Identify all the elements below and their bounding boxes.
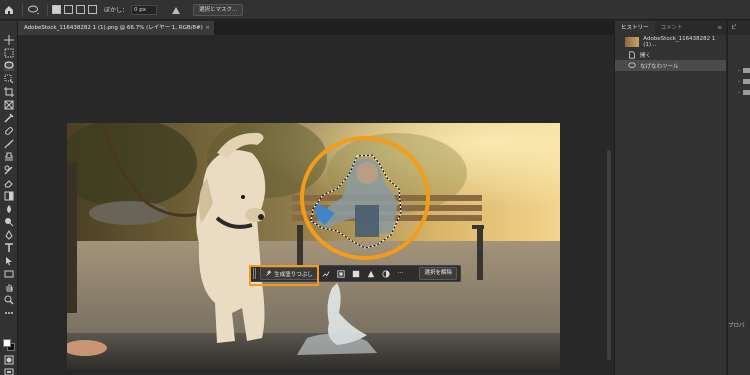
snapshot-name: AdobeStock_116438282 1 (1)...: [643, 36, 716, 48]
lasso-tool-icon[interactable]: [4, 61, 14, 71]
lasso-tool-preset-icon[interactable]: [27, 4, 43, 16]
feather-label: ぼかし：: [104, 7, 129, 14]
chevron-right-icon[interactable]: ›: [738, 90, 740, 96]
brush-tool-icon[interactable]: [4, 139, 14, 149]
layers-panel-collapsed: ピ › › › プロパ: [727, 21, 750, 375]
document-icon: [628, 50, 636, 59]
subtract-from-selection-icon[interactable]: [76, 5, 85, 14]
panel-menu-icon[interactable]: ≡: [717, 21, 726, 35]
generative-fill-icon: [266, 270, 272, 276]
photoshop-window: ぼかし： 0 px 選択とマスク... AdobeStock_116438282…: [0, 0, 750, 375]
document-tab-bar: AdobeStock_116438282 1 (1).png @ 66.7% (…: [18, 21, 614, 35]
healing-brush-tool-icon[interactable]: [4, 126, 14, 136]
pen-tool-icon[interactable]: [4, 230, 14, 240]
zoom-tool-icon[interactable]: [4, 295, 14, 305]
folder-icon: [743, 79, 750, 84]
path-selection-tool-icon[interactable]: [4, 256, 14, 266]
properties-tab-label[interactable]: プロパ: [728, 321, 750, 329]
generative-fill-button[interactable]: 生成塗りつぶし: [260, 267, 318, 280]
lasso-icon: [628, 61, 636, 70]
history-snapshot[interactable]: AdobeStock_116438282 1 (1)...: [615, 35, 726, 49]
eraser-tool-icon[interactable]: [4, 178, 14, 188]
type-tool-icon[interactable]: [4, 243, 14, 253]
blur-tool-icon[interactable]: [4, 204, 14, 214]
document-tab-title: AdobeStock_116438282 1 (1).png @ 66.7% (…: [24, 25, 203, 31]
more-tools-icon[interactable]: [4, 308, 14, 318]
gradient-tool-icon[interactable]: [4, 191, 14, 201]
layer-group-row[interactable]: ›: [728, 76, 750, 87]
history-panel: ヒストリー コメント ≡ AdobeStock_116438282 1 (1).…: [614, 21, 726, 375]
divider: [47, 3, 48, 16]
document-tab[interactable]: AdobeStock_116438282 1 (1).png @ 66.7% (…: [18, 21, 214, 35]
object-selection-tool-icon[interactable]: [4, 74, 14, 84]
divider: [22, 3, 23, 16]
modify-selection-icon[interactable]: [333, 267, 348, 280]
vertical-scrollbar[interactable]: [607, 150, 611, 360]
crop-tool-icon[interactable]: [4, 87, 14, 97]
select-subject-icon[interactable]: [318, 267, 333, 280]
anti-alias-icon[interactable]: [171, 5, 181, 15]
history-panel-tabs: ヒストリー コメント ≡: [615, 21, 726, 35]
tab-history[interactable]: ヒストリー: [615, 21, 655, 35]
folder-icon: [743, 68, 750, 73]
toolbar: [0, 21, 18, 375]
feather-control: ぼかし： 0 px: [104, 4, 158, 15]
chevron-right-icon[interactable]: ›: [738, 68, 740, 74]
intersect-selection-icon[interactable]: [88, 5, 97, 14]
eyedropper-tool-icon[interactable]: [4, 113, 14, 123]
chevron-right-icon[interactable]: ›: [738, 79, 740, 85]
marquee-tool-icon[interactable]: [4, 48, 14, 58]
folder-icon: [743, 90, 750, 95]
move-tool-icon[interactable]: [4, 35, 14, 45]
hand-tool-icon[interactable]: [4, 282, 14, 292]
history-step-selected[interactable]: なげなわツール: [615, 60, 726, 71]
drag-handle[interactable]: [253, 268, 257, 279]
home-icon[interactable]: [0, 0, 18, 20]
add-to-selection-icon[interactable]: [64, 5, 73, 14]
generative-fill-label: 生成塗りつぶし: [274, 271, 313, 278]
quick-mask-icon[interactable]: [4, 355, 14, 365]
select-and-mask-button[interactable]: 選択とマスク...: [193, 3, 244, 16]
create-mask-icon[interactable]: [363, 267, 378, 280]
foreground-color-swatch[interactable]: [3, 339, 11, 347]
snapshot-thumbnail: [625, 37, 640, 47]
new-selection-icon[interactable]: [52, 5, 61, 14]
screen-mode-icon[interactable]: [4, 367, 14, 375]
fill-selection-icon[interactable]: [378, 267, 393, 280]
deselect-button[interactable]: 選択を解除: [419, 267, 457, 280]
history-step[interactable]: 開く: [615, 49, 726, 60]
history-step-label: 開く: [640, 52, 652, 59]
contextual-task-bar: 生成塗りつぶし ··· 選択を解除: [249, 265, 461, 282]
options-bar: ぼかし： 0 px 選択とマスク...: [0, 0, 750, 20]
rectangle-tool-icon[interactable]: [4, 269, 14, 279]
history-brush-tool-icon[interactable]: [4, 165, 14, 175]
tab-comments[interactable]: コメント: [655, 21, 689, 35]
feather-input[interactable]: 0 px: [131, 4, 158, 15]
layer-group-row[interactable]: ›: [728, 65, 750, 76]
more-options-icon[interactable]: ···: [393, 267, 408, 280]
invert-selection-icon[interactable]: [348, 267, 363, 280]
canvas-image[interactable]: [67, 123, 560, 370]
panel-tab[interactable]: ピ: [728, 21, 750, 35]
close-icon[interactable]: ×: [205, 21, 210, 35]
history-step-label: なげなわツール: [640, 63, 679, 70]
frame-tool-icon[interactable]: [4, 100, 14, 110]
dodge-tool-icon[interactable]: [4, 217, 14, 227]
clone-stamp-tool-icon[interactable]: [4, 152, 14, 162]
layer-group-row[interactable]: ›: [728, 87, 750, 98]
